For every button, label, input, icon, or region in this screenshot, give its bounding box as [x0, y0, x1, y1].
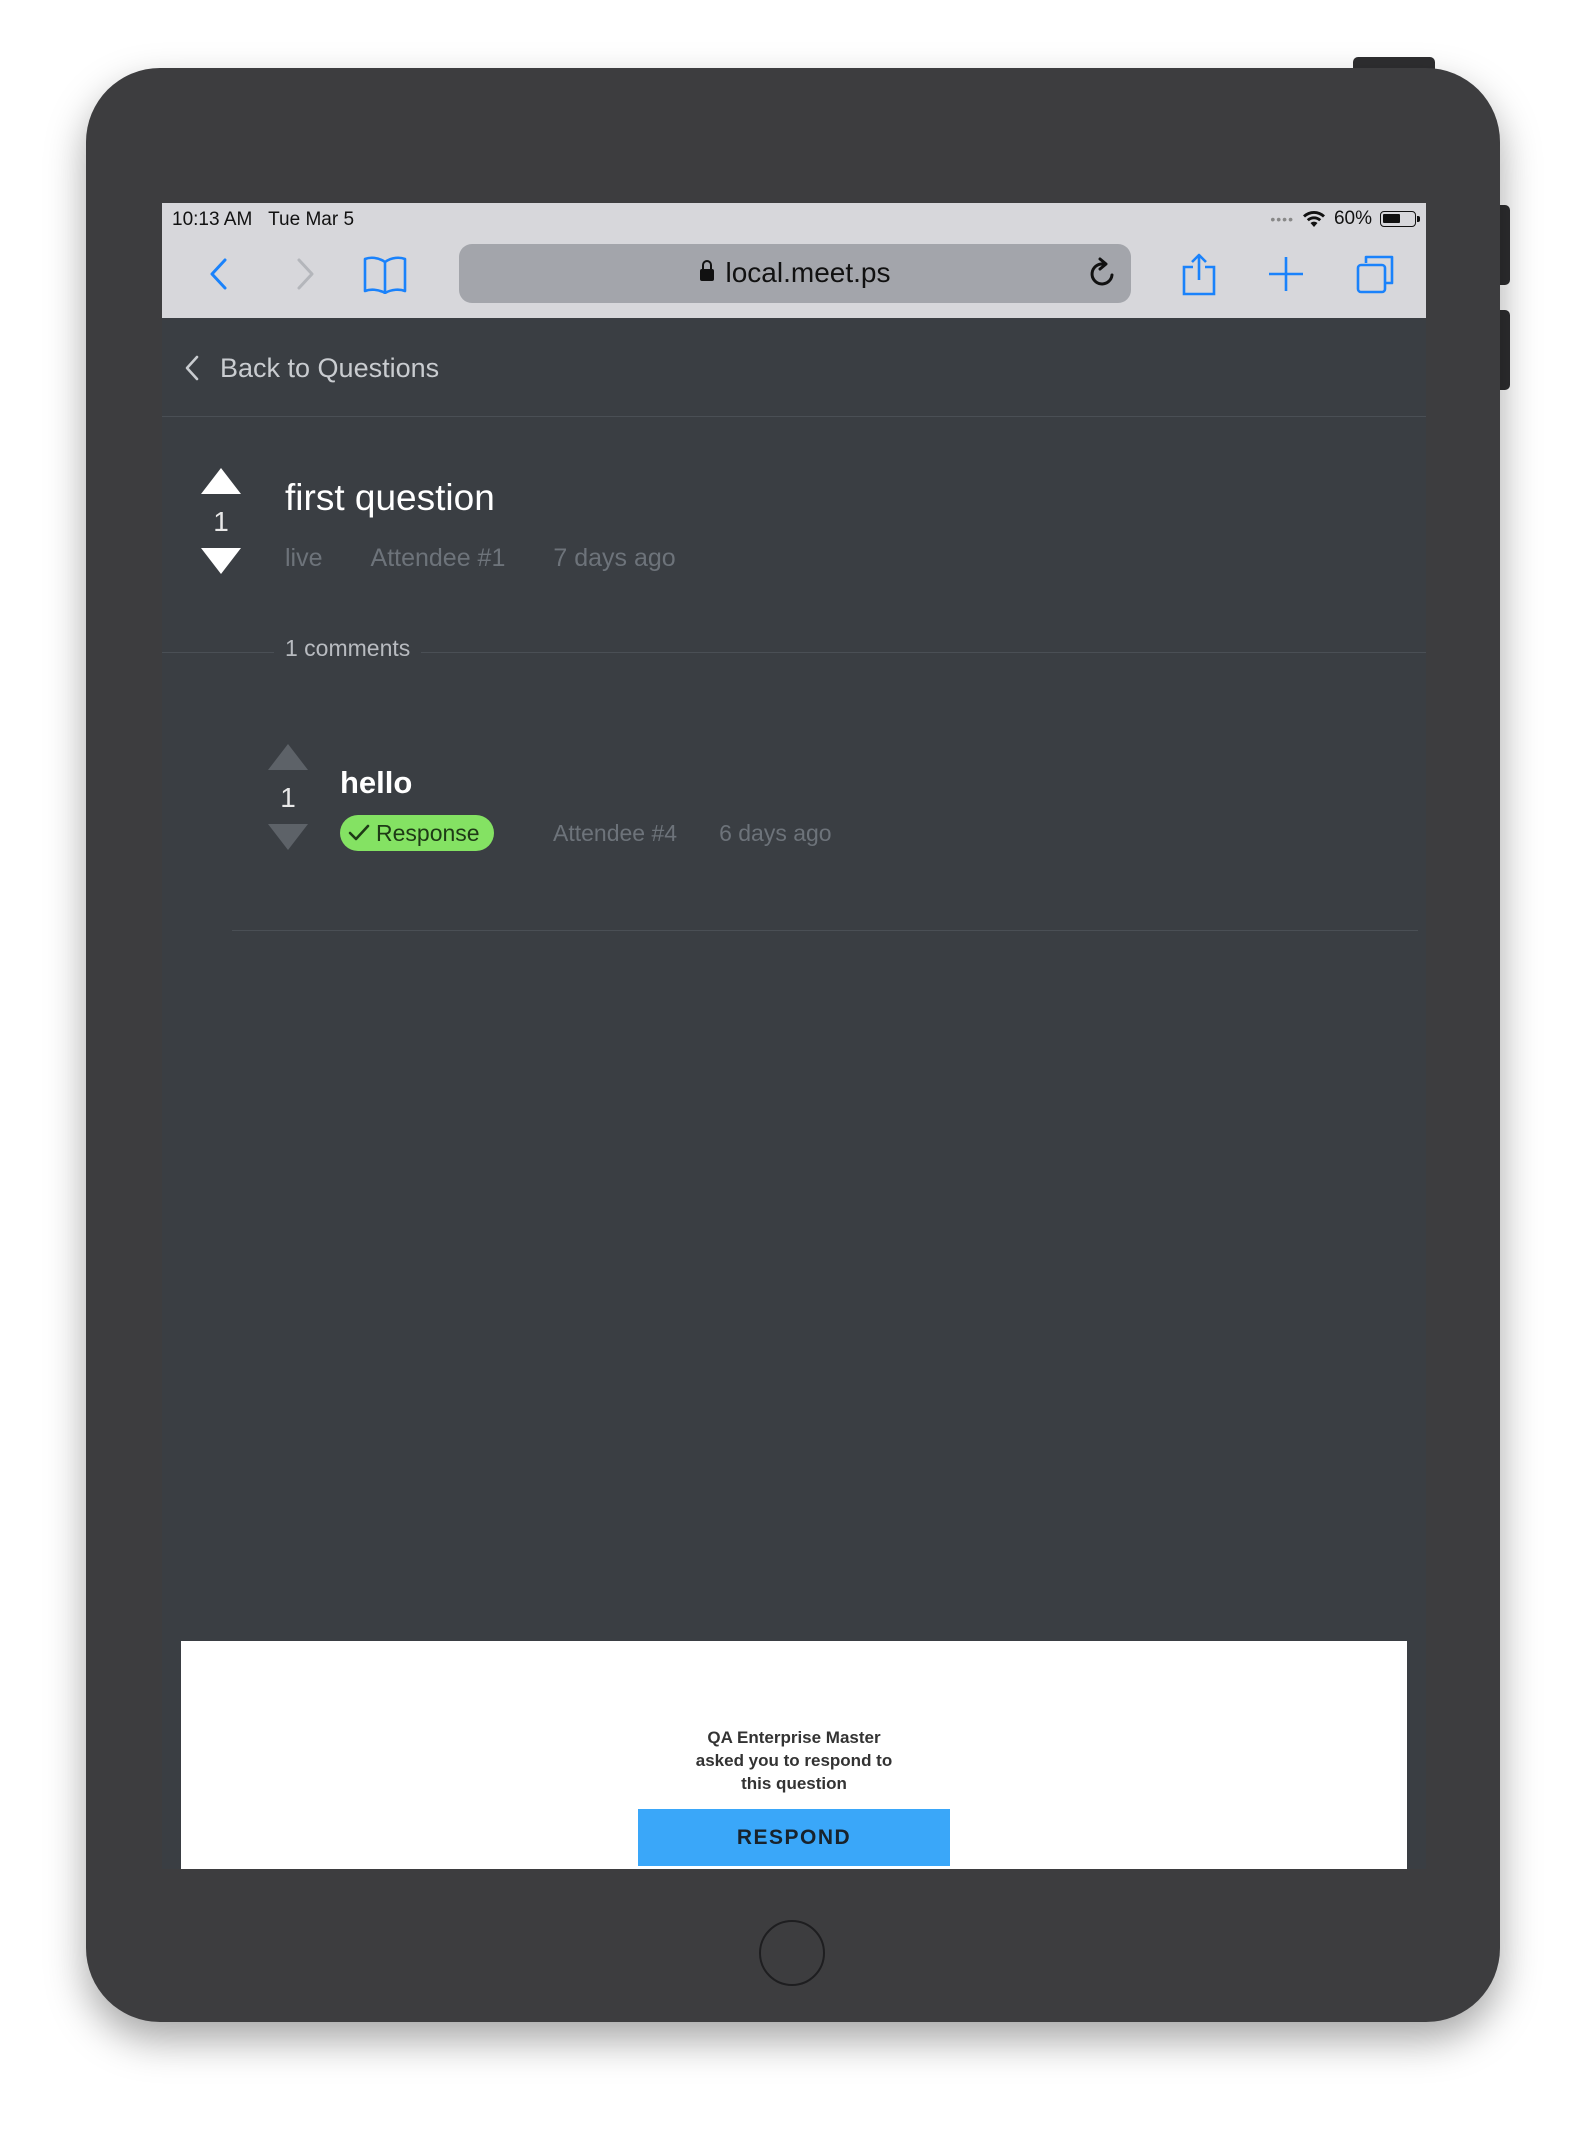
- prompt-line-2: asked you to respond to: [695, 1751, 893, 1770]
- comment-meta: Attendee #4 6 days ago: [553, 820, 832, 847]
- comment-time: 6 days ago: [719, 820, 832, 846]
- chevron-left-icon: [185, 355, 199, 381]
- battery-percent: 60%: [1333, 208, 1372, 229]
- battery-icon: [1380, 211, 1420, 227]
- date-text: Tue Mar 5: [268, 209, 355, 230]
- back-to-questions-link[interactable]: Back to Questions: [184, 348, 439, 388]
- question-title: first question: [285, 477, 495, 518]
- screen: 10:13 AM Tue Mar 5 •••• 60% local.meet.p…: [162, 203, 1426, 1869]
- url-text: local.meet.ps: [725, 257, 891, 288]
- bookmarks-icon[interactable]: [360, 251, 410, 297]
- comments-count: 1 comments: [274, 635, 422, 662]
- comment-vote-count: 1: [280, 782, 296, 813]
- address-bar[interactable]: local.meet.ps: [459, 244, 1131, 303]
- prompt-line-3: this question: [741, 1774, 847, 1793]
- comment-vote-control: 1: [268, 744, 308, 850]
- comment-downvote-arrow-icon[interactable]: [268, 824, 308, 850]
- share-icon[interactable]: [1177, 251, 1221, 297]
- prompt-line-1: QA Enterprise Master: [707, 1728, 881, 1747]
- downvote-arrow-icon[interactable]: [201, 548, 241, 574]
- lock-icon: [699, 260, 714, 281]
- respond-prompt-panel: QA Enterprise Master asked you to respon…: [181, 1641, 1407, 1869]
- upvote-arrow-icon[interactable]: [201, 468, 241, 494]
- question-status: live: [285, 544, 323, 572]
- comment-divider: [232, 930, 1418, 931]
- home-button[interactable]: [759, 1920, 825, 1986]
- back-icon[interactable]: [198, 251, 238, 297]
- response-badge-label: Response: [376, 819, 480, 846]
- question-meta: live Attendee #1 7 days ago: [285, 544, 676, 573]
- header-divider: [162, 416, 1426, 417]
- question-author: Attendee #1: [370, 544, 506, 572]
- tabs-icon[interactable]: [1350, 251, 1400, 297]
- signal-icon: ••••: [1270, 211, 1294, 227]
- response-badge: Response: [340, 815, 494, 851]
- checkmark-icon: [348, 824, 370, 841]
- respond-button[interactable]: RESPOND: [638, 1809, 950, 1866]
- question-vote-control: 1: [201, 468, 241, 574]
- status-time: 10:13 AM Tue Mar 5: [172, 209, 354, 231]
- time-text: 10:13 AM: [172, 209, 253, 230]
- question-vote-count: 1: [213, 506, 229, 537]
- respond-prompt-message: QA Enterprise Master asked you to respon…: [181, 1726, 1407, 1795]
- comment-text: hello: [340, 765, 413, 800]
- question-time: 7 days ago: [553, 544, 676, 572]
- browser-chrome: 10:13 AM Tue Mar 5 •••• 60% local.meet.p…: [162, 203, 1426, 318]
- reload-icon[interactable]: [1087, 256, 1119, 290]
- comment-author: Attendee #4: [553, 820, 678, 846]
- comment-upvote-arrow-icon[interactable]: [268, 744, 308, 770]
- back-label: Back to Questions: [220, 352, 440, 383]
- wifi-icon: [1302, 211, 1325, 227]
- forward-icon[interactable]: [286, 251, 326, 297]
- new-tab-icon[interactable]: [1264, 251, 1308, 297]
- status-indicators: •••• 60%: [1270, 208, 1420, 230]
